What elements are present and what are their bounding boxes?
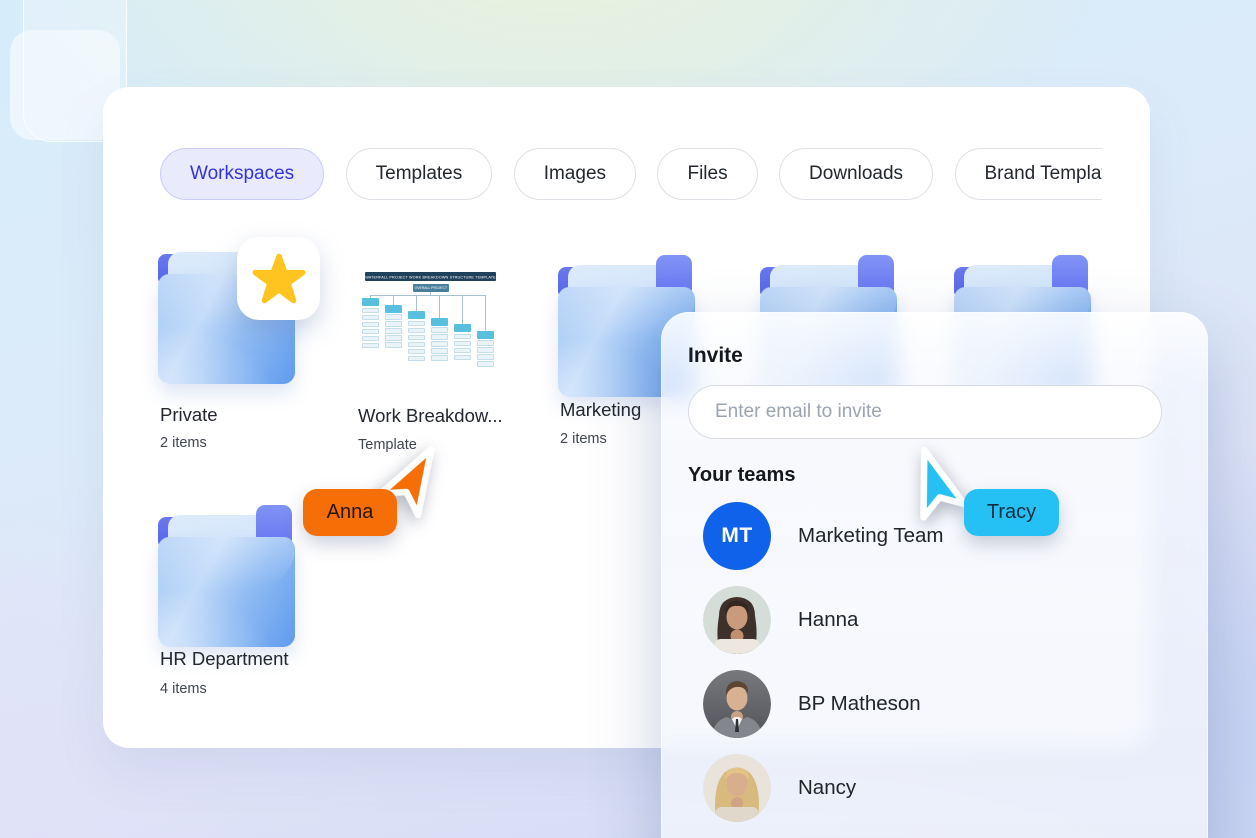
wbs-line [370,295,486,296]
wbs-head [431,317,448,326]
wbs-box [385,314,402,320]
wbs-box [408,334,425,340]
wbs-box [454,333,471,339]
wbs-box [431,327,448,333]
tab-images[interactable]: Images [513,148,637,200]
wbs-box [431,334,448,340]
tracy-cursor-label: Tracy [964,489,1059,536]
folder-hr-name: HR Department [160,648,289,669]
wbs-head [454,324,471,332]
wbs-box [408,341,425,347]
tracy-name: Tracy [986,501,1037,523]
tab-brand-templates[interactable]: Brand Templates [954,148,1102,200]
wbs-box [385,335,402,341]
member-row-nancy[interactable]: Nancy [703,754,1188,822]
wbs-box [362,328,379,334]
folder-private[interactable] [158,232,320,384]
wbs-head [477,330,494,339]
wbs-box [431,348,448,354]
wbs-box [385,342,402,348]
avatar-hanna [703,586,771,654]
member-name: Nancy [798,776,857,799]
wbs-line [462,295,463,324]
invite-panel: Invite Your teams MT Marketing Team [661,312,1208,838]
wbs-line [393,295,394,305]
teams-list: MT Marketing Team Hanna BP Matheson Nanc… [703,502,1188,838]
invite-panel-title: Invite [688,344,743,367]
avatar-marketing-team: MT [703,502,771,570]
wbs-head [385,304,402,313]
anna-name: Anna [326,501,374,523]
wbs-box [408,355,425,361]
member-row-bp-matheson[interactable]: BP Matheson [703,670,1188,738]
folder-hr-meta: 4 items [160,681,207,697]
wbs-root-node: OVERALL PROJECT [412,284,449,292]
tab-files[interactable]: Files [657,148,758,200]
wbs-box [385,328,402,334]
template-wbs-thumbnail[interactable]: WATERFALL PROJECT WORK BREAKDOWN STRUCTU… [358,268,503,367]
anna-cursor-label: Anna [303,489,397,536]
wbs-box [477,361,494,367]
wbs-head [408,311,425,319]
template-wbs-name: Work Breakdow... [358,405,503,426]
wbs-box [385,321,402,327]
tab-workspaces[interactable]: Workspaces [160,148,325,200]
folder-icon [158,232,320,384]
member-name: Hanna [798,608,859,631]
tab-templates[interactable]: Templates [345,148,493,200]
folder-private-name: Private [160,404,218,425]
avatar-nancy [703,754,771,822]
wbs-box [362,307,379,313]
wbs-line [485,295,486,331]
folder-marketing-meta: 2 items [560,431,607,447]
wbs-box [362,342,379,348]
folder-marketing-name: Marketing [560,399,642,420]
avatar-bp-matheson [703,670,771,738]
star-icon [252,253,305,303]
wbs-box [477,340,494,346]
wbs-box [362,321,379,327]
member-name: BP Matheson [798,692,921,715]
wbs-box [431,355,448,361]
wbs-title-bar: WATERFALL PROJECT WORK BREAKDOWN STRUCTU… [365,272,496,281]
wbs-box [477,354,494,360]
wbs-box [431,341,448,347]
wbs-line [416,295,417,311]
member-row-hanna[interactable]: Hanna [703,586,1188,654]
wbs-box [454,340,471,346]
screen: Workspaces Templates Images Files Downlo… [0,0,1256,838]
tab-downloads[interactable]: Downloads [779,148,934,200]
folder-icon [158,495,298,647]
wbs-box [408,327,425,333]
avatar-initials-text: MT [721,524,753,547]
folder-hr-department[interactable] [158,495,298,647]
your-teams-heading: Your teams [688,464,796,486]
favorite-badge [237,237,320,320]
folder-private-meta: 2 items [160,435,207,451]
wbs-box [362,335,379,341]
tabs-row: Workspaces Templates Images Files Downlo… [160,148,1102,202]
wbs-head [362,298,379,306]
wbs-box [408,348,425,354]
wbs-box [408,320,425,326]
wbs-box [454,354,471,360]
wbs-box [454,347,471,353]
wbs-box [362,314,379,320]
wbs-box [477,347,494,353]
wbs-line [439,295,440,318]
invite-email-input[interactable] [688,385,1162,439]
